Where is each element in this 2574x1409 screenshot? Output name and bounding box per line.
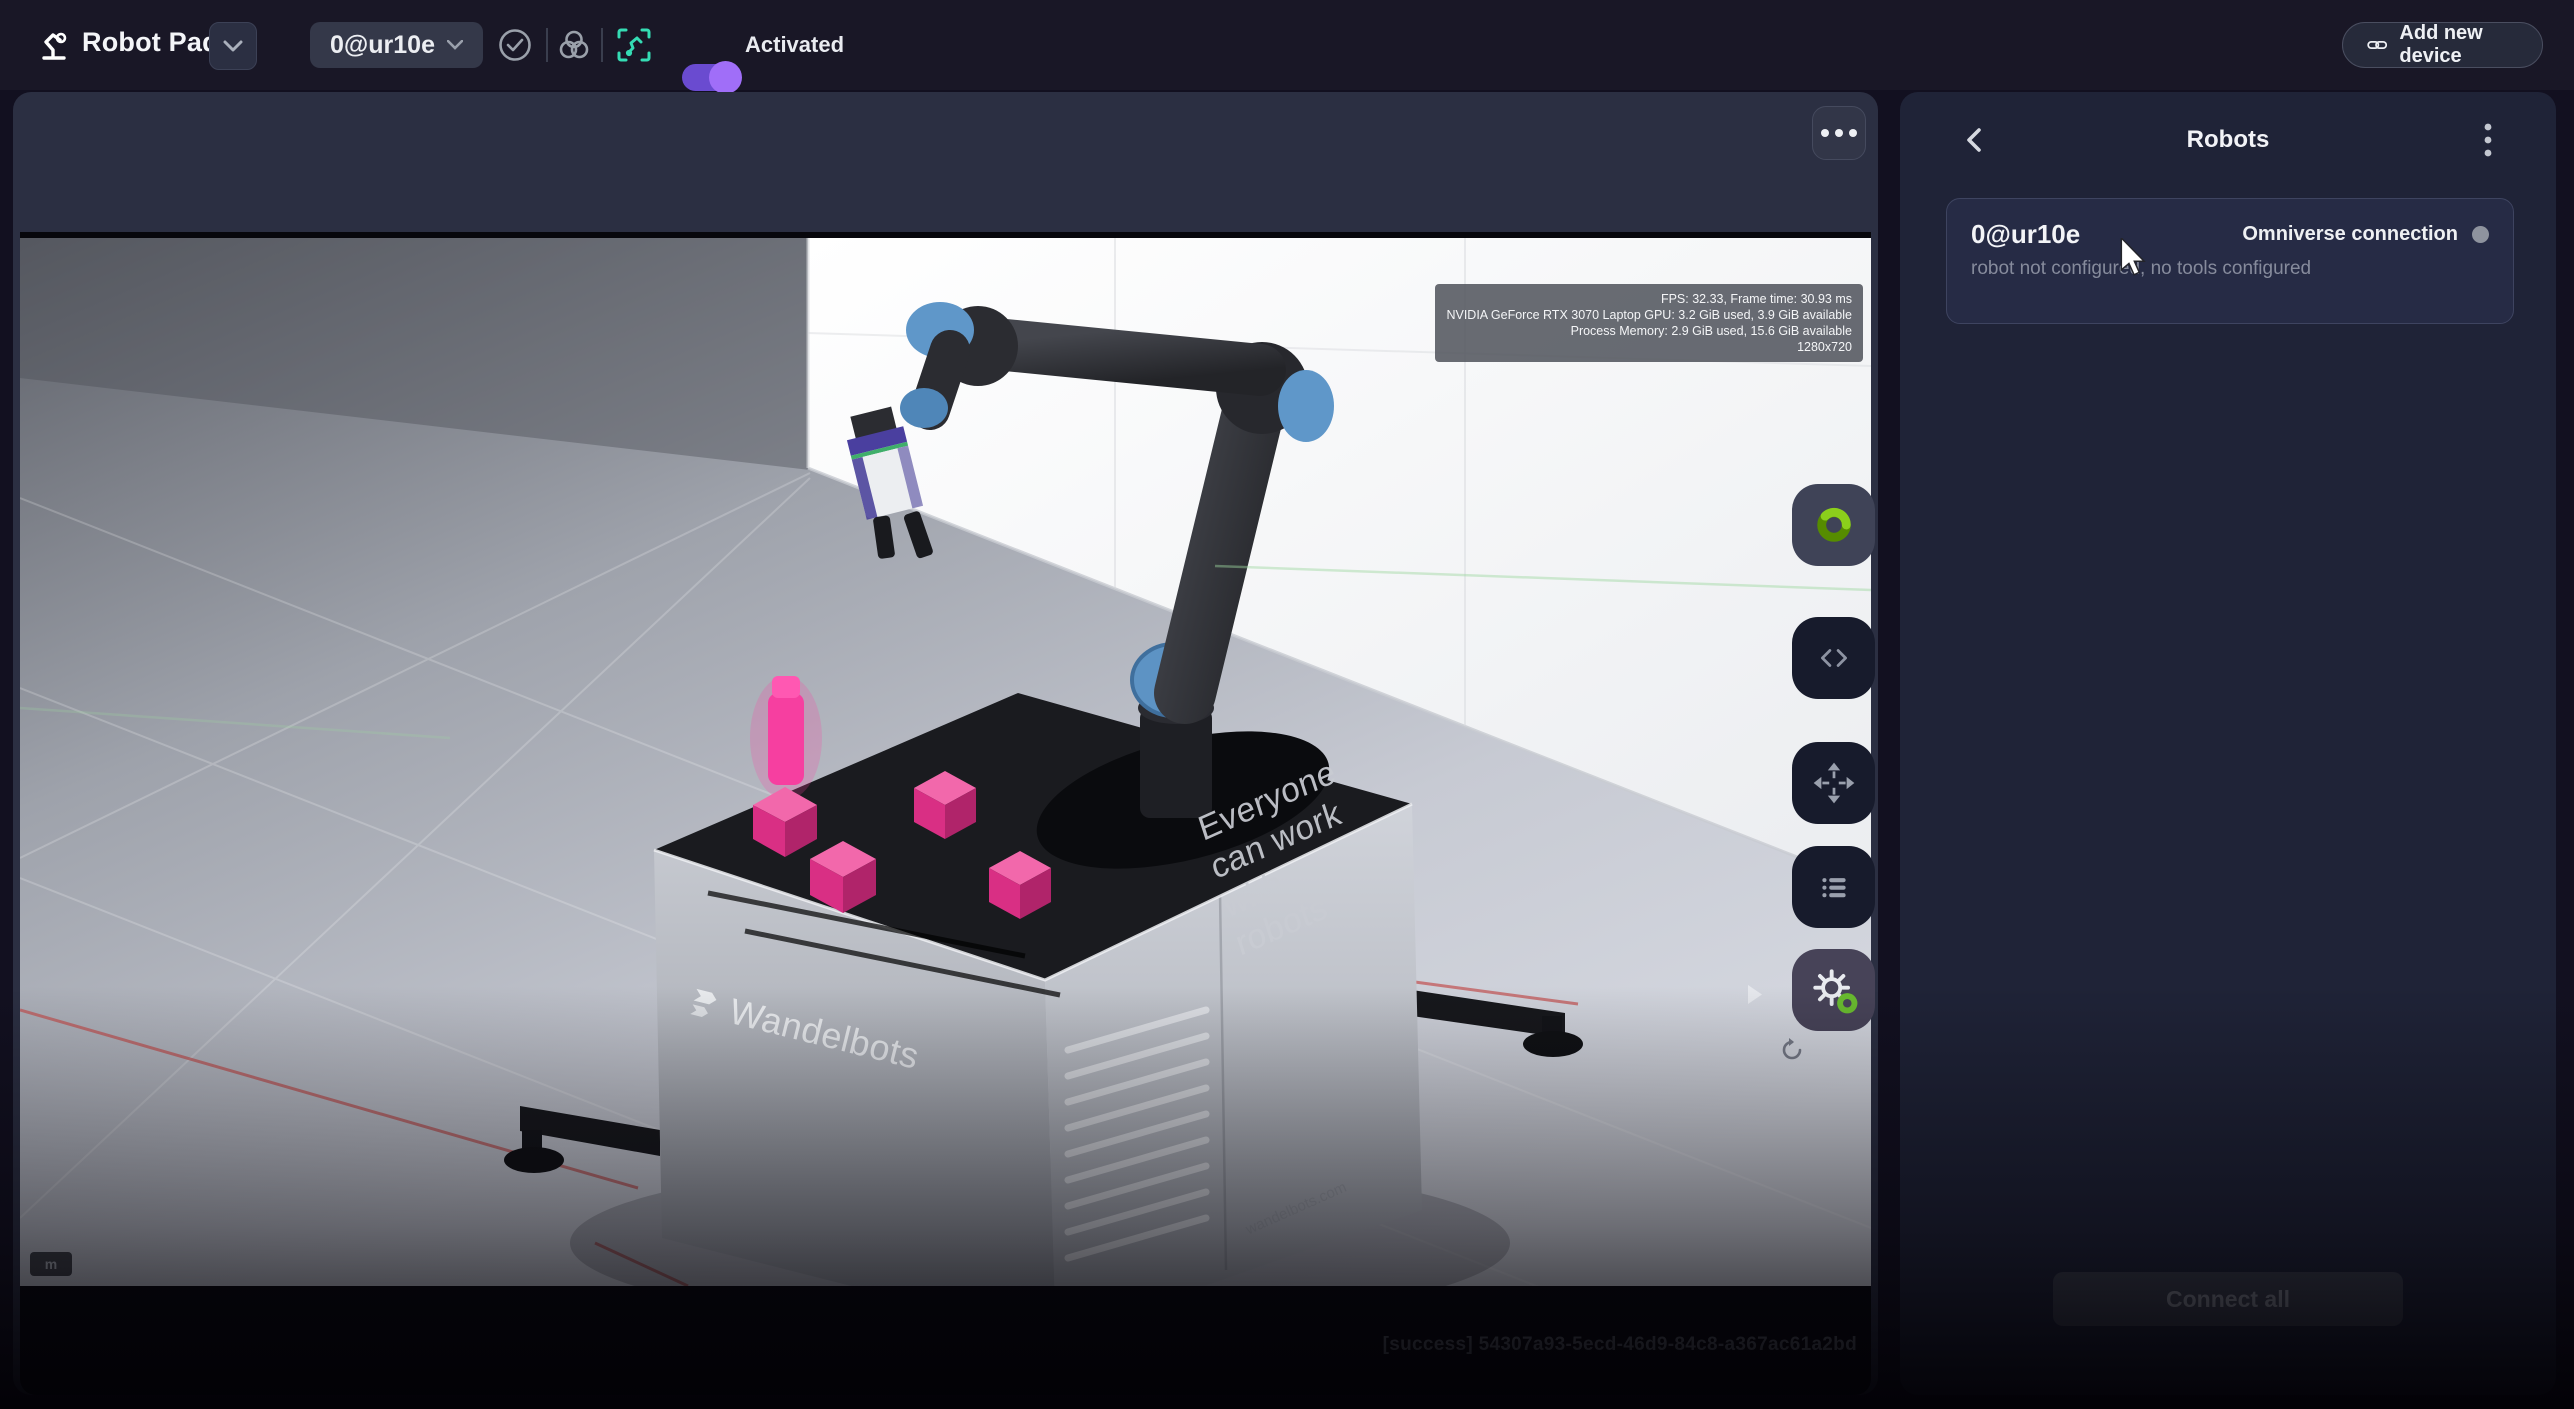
robot-settings-button[interactable] <box>1792 949 1875 1031</box>
robot-scan-icon[interactable] <box>615 26 653 64</box>
omniverse-icon <box>1806 497 1862 553</box>
toggle-knob <box>709 61 742 94</box>
kebab-menu-icon <box>2484 123 2492 157</box>
robots-panel: Robots 0@ur10e Omniverse connection <box>1900 92 2556 1395</box>
scene-render <box>20 238 1871 1286</box>
stats-memory: Process Memory: 2.9 GiB used, 15.6 GiB a… <box>1446 323 1852 339</box>
render-stats-overlay: FPS: 32.33, Frame time: 30.93 ms NVIDIA … <box>1435 284 1863 362</box>
unit-badge: m <box>30 1252 72 1276</box>
panel-menu-button[interactable] <box>2466 118 2510 162</box>
robot-selector-dropdown[interactable]: 0@ur10e <box>310 22 483 68</box>
viewport-more-button[interactable] <box>1812 106 1866 160</box>
check-circle-icon[interactable] <box>497 27 533 63</box>
code-view-button[interactable] <box>1792 617 1875 699</box>
mouse-cursor <box>2120 238 2146 276</box>
panel-header: Robots <box>1900 92 2556 188</box>
viewport-panel: Wandelbots Everyone can work with robots… <box>13 92 1878 1395</box>
robot-pad-app: Robot Pad 0@ur10e <box>0 0 2574 1409</box>
divider <box>546 28 548 62</box>
stats-fps: FPS: 32.33, Frame time: 30.93 ms <box>1446 291 1852 307</box>
wandelbots-logo-mark <box>685 984 722 1024</box>
app-menu-dropdown-button[interactable] <box>209 22 257 70</box>
connection-status-dot <box>2472 226 2489 243</box>
robot-connection: Omniverse connection <box>2242 223 2489 246</box>
robot-name: 0@ur10e <box>1971 219 2080 250</box>
connection-type-label: Omniverse connection <box>2242 223 2458 246</box>
code-icon <box>1806 630 1862 686</box>
dot <box>1849 129 1857 137</box>
add-new-device-label: Add new device <box>2399 22 2518 68</box>
panel-title: Robots <box>1900 126 2556 154</box>
gear-check-icon <box>1802 958 1866 1022</box>
link-icon <box>2367 36 2387 54</box>
divider <box>601 28 603 62</box>
robot-status-text: robot not configured, no tools configure… <box>1971 258 2489 280</box>
back-button[interactable] <box>1951 118 1995 162</box>
list-icon <box>1806 859 1862 915</box>
dot <box>1821 129 1829 137</box>
simulation-3d-view[interactable]: Wandelbots Everyone can work with robots… <box>20 238 1871 1286</box>
app-title: Robot Pad <box>82 27 219 58</box>
activated-label: Activated <box>745 32 844 58</box>
chevron-down-icon <box>447 40 463 50</box>
add-new-device-button[interactable]: Add new device <box>2342 22 2543 68</box>
robot-card-header: 0@ur10e Omniverse connection <box>1971 219 2489 250</box>
chevron-left-icon <box>1962 125 1984 155</box>
stats-resolution: 1280x720 <box>1446 339 1852 355</box>
knot-connection-icon[interactable] <box>556 27 592 63</box>
connect-all-button[interactable]: Connect all <box>2053 1272 2403 1326</box>
chevron-down-icon <box>223 40 243 52</box>
render-stage: Wandelbots Everyone can work with robots… <box>20 232 1871 1395</box>
list-view-button[interactable] <box>1792 846 1875 928</box>
robot-card[interactable]: 0@ur10e Omniverse connection robot not c… <box>1946 198 2514 324</box>
status-log-text: [success] 54307a93-5ecd-46d9-84c8-a367ac… <box>1383 1334 1857 1356</box>
stats-gpu: NVIDIA GeForce RTX 3070 Laptop GPU: 3.2 … <box>1446 307 1852 323</box>
move-icon <box>1806 755 1862 811</box>
expand-toolbar-arrow[interactable] <box>1748 985 1763 1004</box>
refresh-icon[interactable] <box>1778 1036 1806 1064</box>
top-bar: Robot Pad 0@ur10e <box>0 0 2574 90</box>
omniverse-button[interactable] <box>1792 484 1875 566</box>
move-tool-button[interactable] <box>1792 742 1875 824</box>
robot-arm-logo-icon <box>36 26 74 64</box>
dot <box>1835 129 1843 137</box>
robot-selector-value: 0@ur10e <box>330 31 435 60</box>
activated-toggle[interactable] <box>682 64 740 91</box>
